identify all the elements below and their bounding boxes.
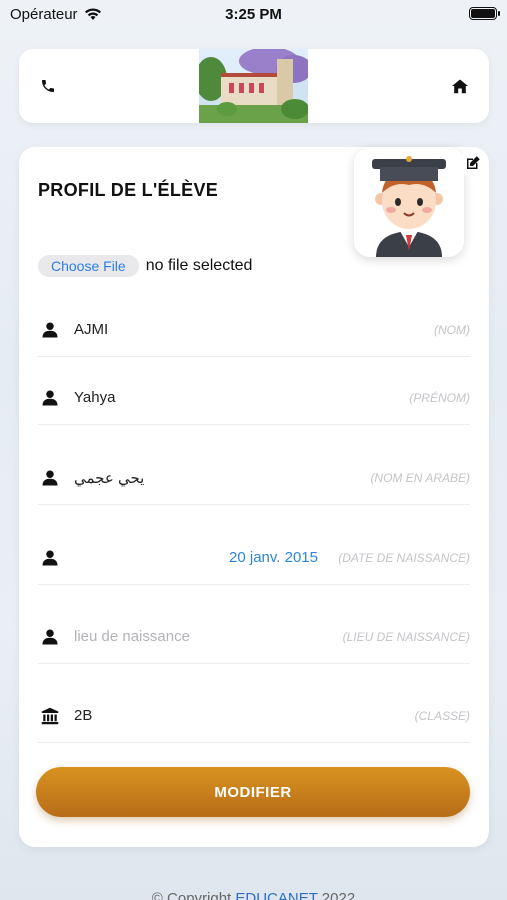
choose-file-button[interactable]: Choose File [38,255,139,277]
last-name-label: (NOM) [434,323,470,337]
carrier-label: Opérateur [10,5,78,23]
field-arabic-name[interactable]: يحي عجمي (NOM EN ARABE) [38,455,470,505]
wifi-icon [84,8,101,20]
profile-card: PROFIL DE L'ÉLÈVE Choose File no file se… [19,147,489,847]
user-icon [42,629,58,645]
class-label: (CLASSE) [414,709,470,723]
home-icon[interactable] [449,75,471,97]
field-class[interactable]: 2B (CLASSE) [38,693,470,743]
battery-icon [469,7,500,20]
field-first-name[interactable]: Yahya (PRÉNOM) [38,375,470,425]
user-icon [42,550,58,566]
birth-place-label: (LIEU DE NAISSANCE) [342,630,470,644]
modify-button[interactable]: MODIFIER [36,767,470,817]
field-last-name[interactable]: AJMI (NOM) [38,307,470,357]
field-birth-date[interactable]: 20 janv. 2015 (DATE DE NAISSANCE) [38,535,470,585]
file-upload-row: Choose File no file selected [38,255,252,277]
first-name-value[interactable]: Yahya [74,389,115,406]
institution-icon [41,707,59,725]
birth-date-picker[interactable]: 20 janv. 2015 [229,549,318,566]
user-icon [42,390,58,406]
status-bar: Opérateur 3:25 PM [0,0,507,28]
page-title: PROFIL DE L'ÉLÈVE [38,180,219,200]
class-value[interactable]: 2B [74,707,92,724]
edit-icon [467,156,480,169]
arabic-name-value[interactable]: يحي عجمي [74,469,144,487]
file-status: no file selected [145,257,253,274]
user-icon [42,322,58,338]
arabic-name-label: (NOM EN ARABE) [370,471,470,485]
birth-date-label: (DATE DE NAISSANCE) [338,551,470,565]
footer-copyright: © Copyright EDUCANET 2022 [0,890,507,900]
brand-link[interactable]: EDUCANET [235,890,317,900]
last-name-value[interactable]: AJMI [74,321,108,338]
user-icon [42,470,58,486]
school-photo [199,49,308,123]
field-birth-place[interactable]: lieu de naissance (LIEU DE NAISSANCE) [38,614,470,664]
phone-icon[interactable] [37,75,59,97]
header-card [19,49,489,123]
copyright-year: 2022 [317,890,356,900]
copyright-prefix: © Copyright [151,890,236,900]
edit-avatar-button[interactable] [459,149,487,177]
birth-place-input[interactable]: lieu de naissance [74,628,190,645]
status-left: Opérateur [10,6,102,23]
student-avatar[interactable] [354,147,464,257]
first-name-label: (PRÉNOM) [409,391,470,405]
